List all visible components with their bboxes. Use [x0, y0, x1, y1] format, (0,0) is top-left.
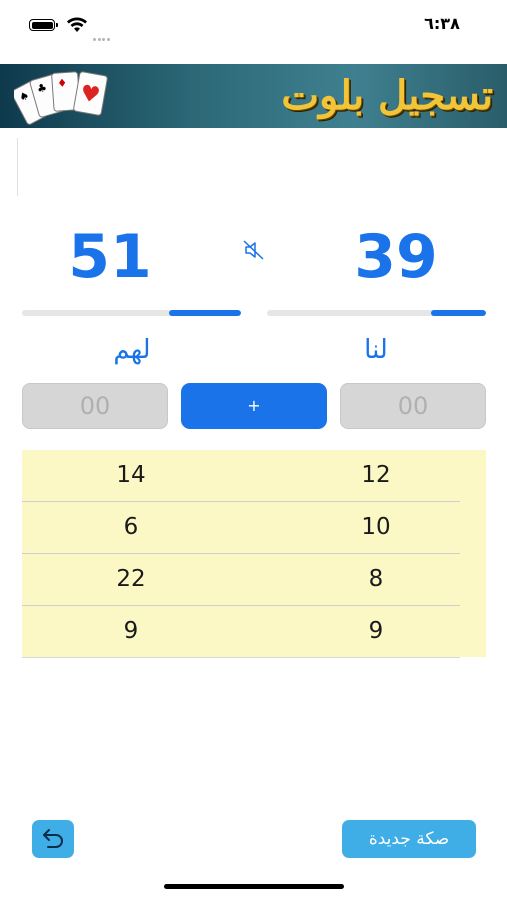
their-points-input[interactable]: 00 [22, 383, 168, 429]
our-round-score: 10 [361, 514, 391, 540]
their-progress-fill [168, 310, 241, 316]
table-row[interactable]: 14 12 [22, 450, 460, 502]
speaker-muted-icon[interactable] [242, 238, 266, 262]
their-round-score: 14 [116, 462, 146, 488]
their-round-score: 6 [123, 514, 139, 540]
app-title: تسجيل بلوت [281, 72, 493, 119]
undo-arrow-icon [43, 829, 63, 848]
table-row[interactable]: 22 8 [22, 554, 460, 606]
battery-icon [29, 19, 58, 31]
table-row[interactable]: 9 9 [22, 606, 460, 658]
undo-button[interactable] [32, 820, 74, 858]
new-game-button[interactable]: صكة جديدة [342, 820, 476, 858]
their-round-score: 9 [123, 618, 139, 644]
status-time: ٦:٣٨ [424, 14, 460, 33]
home-indicator[interactable] [164, 884, 344, 889]
divider [17, 138, 18, 196]
cellular-signal-icon [93, 26, 115, 41]
our-round-score: 8 [368, 566, 384, 592]
table-row[interactable]: 6 10 [22, 502, 460, 554]
our-team-label: لنا [364, 335, 388, 365]
rounds-table: 14 12 6 10 22 8 9 9 [22, 450, 486, 658]
their-round-score: 22 [116, 566, 146, 592]
add-round-button[interactable]: + [181, 383, 327, 429]
our-round-score: 12 [361, 462, 391, 488]
wifi-icon [67, 17, 87, 32]
app-banner: ♠ ♣ ♦ ♥ تسجيل بلوت [0, 64, 507, 128]
playing-cards-icon: ♠ ♣ ♦ ♥ [14, 71, 108, 125]
svg-text:♦: ♦ [57, 76, 68, 90]
our-score: 39 [354, 222, 438, 292]
our-progress-fill [431, 310, 486, 316]
their-progress-bar [22, 310, 241, 316]
our-round-score: 9 [368, 618, 384, 644]
their-score: 51 [68, 222, 152, 292]
our-points-input[interactable]: 00 [340, 383, 486, 429]
our-progress-bar [267, 310, 486, 316]
their-team-label: لهم [113, 335, 151, 365]
status-bar: ٦:٣٨ [0, 0, 507, 56]
